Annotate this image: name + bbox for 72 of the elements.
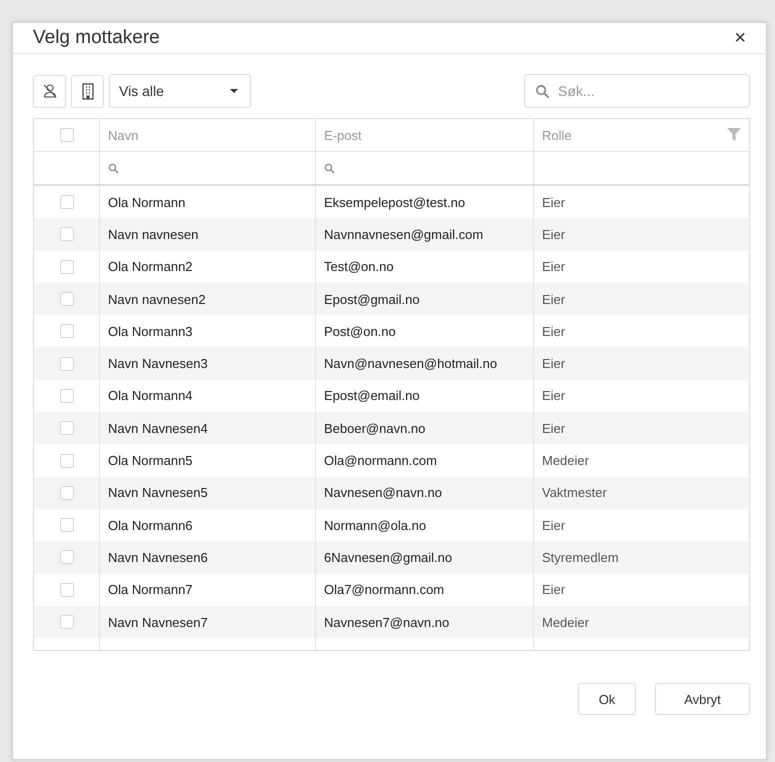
role-cell: Eier xyxy=(542,194,566,210)
person-off-button[interactable] xyxy=(33,74,66,108)
search-icon xyxy=(324,162,335,174)
email-cell: Navn@navnesen@hotmail.no xyxy=(324,356,498,372)
role-cell: Medeier xyxy=(542,614,589,630)
row-checkbox[interactable] xyxy=(60,550,74,564)
row-checkbox[interactable] xyxy=(60,260,74,274)
email-cell: Post@on.no xyxy=(324,324,396,339)
role-cell: Eier xyxy=(542,292,566,307)
name-cell: Ola Normann4 xyxy=(108,388,193,404)
row-checkbox[interactable] xyxy=(60,454,74,468)
name-cell: Navn Navnesen5 xyxy=(108,485,208,500)
close-button[interactable]: × xyxy=(730,26,750,50)
search-icon xyxy=(108,162,119,174)
row-checkbox[interactable] xyxy=(60,292,74,306)
email-cell: Epost@email.no xyxy=(324,388,420,404)
search-icon xyxy=(535,84,550,99)
email-cell: 6Navnesen@gmail.no xyxy=(324,550,452,565)
name-cell: Ola Normann3 xyxy=(108,324,193,339)
role-cell: Eier xyxy=(542,324,566,339)
row-checkbox[interactable] xyxy=(60,582,74,597)
row-checkbox[interactable] xyxy=(60,388,74,403)
email-cell: Normann@ola.no xyxy=(324,518,426,533)
row-checkbox[interactable] xyxy=(60,356,74,371)
row-checkbox[interactable] xyxy=(60,615,74,629)
name-cell: Ola Normann6 xyxy=(108,518,193,533)
role-cell: Medeier xyxy=(542,453,589,468)
role-cell: Eier xyxy=(542,226,566,242)
role-cell: Styremedlem xyxy=(542,550,619,565)
row-checkbox[interactable] xyxy=(60,518,74,532)
name-cell: Ola Normann7 xyxy=(108,582,193,598)
email-cell: Epost@gmail.no xyxy=(324,292,420,307)
row-checkbox[interactable] xyxy=(60,195,74,210)
role-cell: Eier xyxy=(542,259,566,274)
role-cell: Eier xyxy=(542,518,566,533)
dialog-title: Velg mottakere xyxy=(33,27,160,49)
name-cell: Navn Navnesen3 xyxy=(108,356,208,372)
email-cell: Beboer@navn.no xyxy=(324,420,426,436)
row-checkbox[interactable] xyxy=(60,324,74,338)
email-cell: Test@on.no xyxy=(324,259,394,274)
row-checkbox[interactable] xyxy=(60,486,74,500)
name-cell: Ola Normann5 xyxy=(108,453,193,468)
role-cell: Eier xyxy=(542,420,566,436)
email-cell: Ola7@normann.com xyxy=(324,582,444,598)
email-cell: Navnnavnesen@gmail.com xyxy=(324,226,484,242)
role-cell: Eier xyxy=(542,356,566,372)
email-cell: Navnesen7@navn.no xyxy=(324,614,450,630)
cancel-button[interactable]: Avbryt xyxy=(655,683,750,715)
role-cell: Eier xyxy=(542,582,566,598)
name-cell: Navn Navnesen7 xyxy=(108,614,208,630)
name-cell: Navn Navnesen6 xyxy=(108,550,208,565)
role-cell: Vaktmester xyxy=(542,485,607,500)
name-cell: Ola Normann xyxy=(108,194,186,210)
name-cell: Navn navnesen xyxy=(108,226,198,242)
building-icon xyxy=(80,82,94,100)
email-cell: Eksempelepost@test.no xyxy=(324,194,466,210)
search-field[interactable]: Søk... xyxy=(524,74,750,108)
caret-icon xyxy=(230,89,238,93)
name-cell: Ola Normann2 xyxy=(108,259,193,274)
person-slash-icon xyxy=(42,83,58,99)
ok-button[interactable]: Ok xyxy=(578,683,636,715)
email-cell: Navnesen@navn.no xyxy=(324,485,442,500)
email-cell: Ola@normann.com xyxy=(324,453,437,468)
select-all-checkbox[interactable] xyxy=(60,128,74,142)
name-cell: Navn Navnesen4 xyxy=(108,420,208,436)
filter-icon[interactable] xyxy=(727,128,741,140)
building-button[interactable] xyxy=(71,74,104,108)
row-checkbox[interactable] xyxy=(60,227,74,242)
role-cell: Eier xyxy=(542,388,566,404)
name-cell: Navn navnesen2 xyxy=(108,292,206,307)
filter-dropdown[interactable]: Vis alle xyxy=(109,74,251,108)
row-checkbox[interactable] xyxy=(60,421,74,436)
